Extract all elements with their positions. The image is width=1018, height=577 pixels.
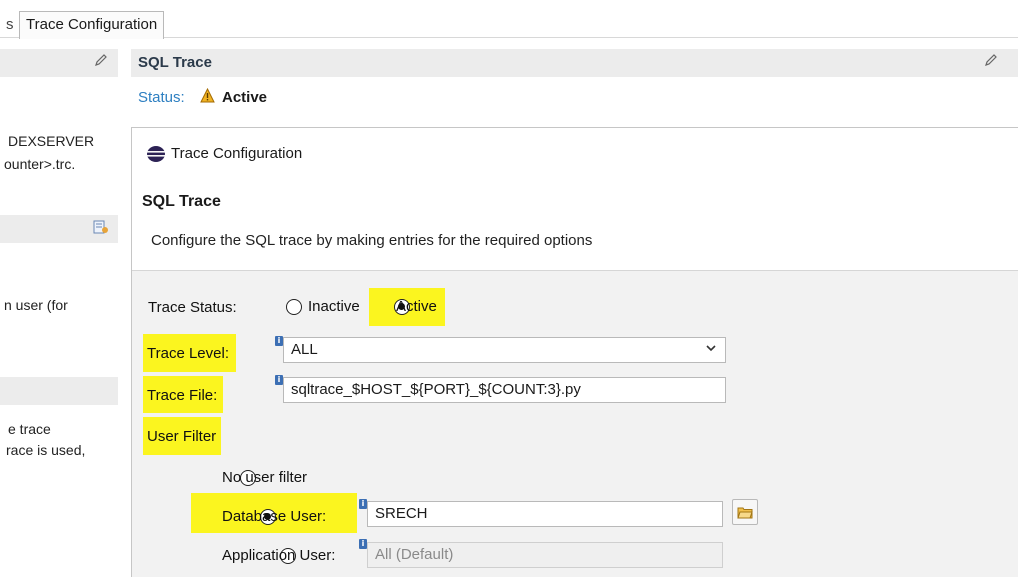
application-user-input: All (Default) <box>367 542 723 568</box>
database-user-input[interactable]: SRECH <box>367 501 723 527</box>
info-icon: i <box>275 375 283 385</box>
radio-inactive-label[interactable]: Inactive <box>308 298 360 315</box>
dialog-body: Trace Status: Inactive Active Trace Leve… <box>132 271 1018 577</box>
folder-browse-icon <box>737 505 753 522</box>
info-icon: i <box>359 499 367 509</box>
chevron-down-icon[interactable] <box>705 342 717 357</box>
tab-trace-configuration[interactable]: Trace Configuration <box>19 11 165 39</box>
dialog-titlebar: Trace Configuration <box>132 128 1018 178</box>
user-filter-label: User Filter <box>147 428 217 445</box>
side-text: DEXSERVER <box>8 133 95 149</box>
status-label: Status: <box>138 89 185 106</box>
left-section-header <box>0 377 118 405</box>
dialog-header-description: Configure the SQL trace by making entrie… <box>151 232 593 249</box>
info-icon: i <box>275 336 283 346</box>
trace-level-select[interactable]: ALL <box>283 337 726 363</box>
side-text: ounter>.trc. <box>4 156 76 172</box>
warning-icon <box>200 87 215 106</box>
radio-inactive[interactable] <box>286 299 302 315</box>
tab-partial[interactable]: s <box>6 16 14 33</box>
radio-database-user-label[interactable]: Database User: <box>222 508 326 525</box>
sql-trace-section-header: SQL Trace <box>131 49 1018 77</box>
trace-file-label: Trace File: <box>147 387 218 404</box>
pencil-icon[interactable] <box>94 53 108 71</box>
trace-level-value: ALL <box>291 341 318 358</box>
app-logo-icon <box>146 145 166 166</box>
dialog-header-title: SQL Trace <box>142 193 221 210</box>
trace-file-input[interactable]: sqltrace_$HOST_${PORT}_${COUNT:3}.py <box>283 377 726 403</box>
dialog-title: Trace Configuration <box>171 145 303 162</box>
radio-active-label[interactable]: Active <box>396 298 437 315</box>
settings-icon[interactable] <box>93 219 109 238</box>
radio-application-user-label[interactable]: Application User: <box>222 547 335 564</box>
trace-status-label: Trace Status: <box>148 299 237 316</box>
side-text: n user (for <box>4 297 68 313</box>
radio-no-user-filter-label[interactable]: No user filter <box>222 469 307 486</box>
browse-database-user-button[interactable] <box>732 499 758 525</box>
trace-level-label: Trace Level: <box>147 345 229 362</box>
left-section-header <box>0 215 118 243</box>
side-text: e trace <box>8 421 51 437</box>
status-value: Active <box>222 89 268 106</box>
info-icon: i <box>359 539 367 549</box>
left-section-header <box>0 49 118 77</box>
side-text: race is used, <box>6 442 86 458</box>
section-title: SQL Trace <box>138 54 212 71</box>
trace-configuration-dialog: Trace Configuration SQL Trace Configure … <box>131 127 1018 577</box>
dialog-header: SQL Trace Configure the SQL trace by mak… <box>132 178 1018 271</box>
pencil-icon[interactable] <box>984 53 998 71</box>
